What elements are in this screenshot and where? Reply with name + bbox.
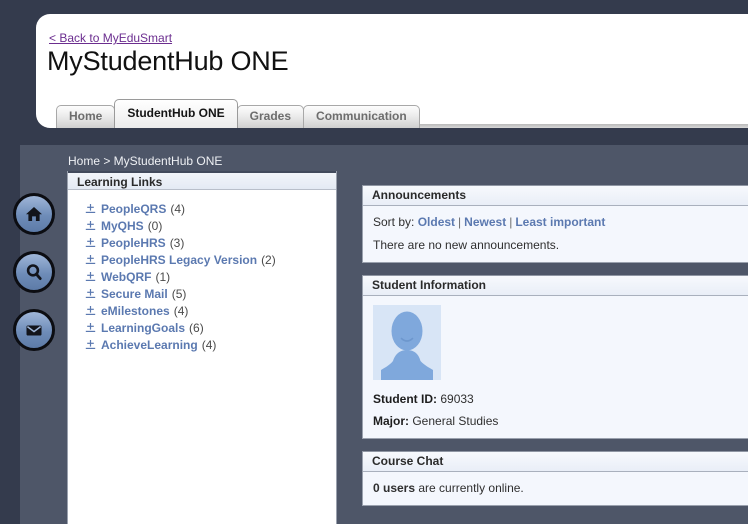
learning-link-label[interactable]: MyQHS xyxy=(101,219,144,233)
student-id-value: 69033 xyxy=(440,392,474,406)
expand-plus-icon[interactable] xyxy=(85,271,96,282)
learning-link-label[interactable]: AchieveLearning xyxy=(101,338,198,352)
search-icon-button[interactable] xyxy=(13,251,55,293)
learning-link-item: eMilestones (4) xyxy=(85,304,336,321)
student-id-label: Student ID: xyxy=(373,392,437,406)
student-information-header: Student Information xyxy=(363,276,748,296)
breadcrumb: Home > MyStudentHub ONE xyxy=(68,154,223,168)
learning-link-label[interactable]: Secure Mail xyxy=(101,287,168,301)
course-chat-panel: Course Chat 0 users are currently online… xyxy=(362,451,748,506)
learning-link-item: PeopleQRS (4) xyxy=(85,202,336,219)
announcements-body: Sort by: Oldest | Newest | Least important T… xyxy=(363,206,748,262)
course-chat-body: 0 users are currently online. xyxy=(363,472,748,505)
learning-link-label[interactable]: eMilestones xyxy=(101,304,170,318)
learning-link-count: (0) xyxy=(147,219,163,233)
course-chat-status-row: 0 users are currently online. xyxy=(373,481,748,495)
page-title: MyStudentHub ONE xyxy=(47,46,289,76)
back-to-myedusmart-link[interactable]: < Back to MyEduSmart xyxy=(49,31,172,45)
sort-least-important-link[interactable]: Least important xyxy=(515,215,605,229)
avatar xyxy=(373,305,441,380)
learning-links-list: PeopleQRS (4) MyQHS (0) PeopleHRS (3) PeopleHR… xyxy=(68,190,336,355)
rail-icon-group xyxy=(13,193,57,367)
tab-bar: Home StudentHub ONE Grades Communication xyxy=(56,94,748,128)
learning-links-header: Learning Links xyxy=(68,171,336,190)
learning-links-panel: Learning Links PeopleQRS (4) MyQHS (0) Peopl… xyxy=(67,171,337,524)
learning-link-count: (1) xyxy=(155,270,171,284)
header-card: < Back to MyEduSmart MyStudentHub ONE Ho… xyxy=(36,14,748,128)
student-id-row: Student ID: 69033 xyxy=(373,392,748,406)
course-chat-header: Course Chat xyxy=(363,452,748,472)
sort-separator-1: | xyxy=(458,215,462,229)
major-row: Major: General Studies xyxy=(373,414,748,428)
sort-newest-link[interactable]: Newest xyxy=(464,215,506,229)
mail-icon xyxy=(24,320,44,340)
announcements-empty-text: There are no new announcements. xyxy=(373,238,560,252)
tab-communication[interactable]: Communication xyxy=(303,105,420,128)
tab-studenthub-one[interactable]: StudentHub ONE xyxy=(114,99,238,128)
learning-link-item: Secure Mail (5) xyxy=(85,287,336,304)
student-information-body: Student ID: 69033 Major: General Studies xyxy=(363,296,748,438)
student-information-panel: Student Information Student ID: 69033 Ma… xyxy=(362,275,748,439)
learning-link-count: (4) xyxy=(201,338,217,352)
tab-grades[interactable]: Grades xyxy=(236,105,305,128)
expand-plus-icon[interactable] xyxy=(85,220,96,231)
learning-link-count: (4) xyxy=(173,304,189,318)
search-icon xyxy=(24,262,44,282)
sort-by-label: Sort by: xyxy=(373,215,415,229)
tab-home[interactable]: Home xyxy=(56,105,116,128)
course-chat-status-text: are currently online. xyxy=(418,481,524,495)
course-chat-user-count: 0 users xyxy=(373,481,416,495)
major-value: General Studies xyxy=(412,414,499,428)
learning-link-label[interactable]: PeopleHRS Legacy Version xyxy=(101,253,257,267)
expand-plus-icon[interactable] xyxy=(85,203,96,214)
announcements-panel: Announcements Sort by: Oldest | Newest | Lea… xyxy=(362,185,748,263)
expand-plus-icon[interactable] xyxy=(85,322,96,333)
major-label: Major: xyxy=(373,414,409,428)
learning-link-item: WebQRF (1) xyxy=(85,270,336,287)
expand-plus-icon[interactable] xyxy=(85,305,96,316)
learning-link-item: MyQHS (0) xyxy=(85,219,336,236)
learning-link-item: PeopleHRS Legacy Version (2) xyxy=(85,253,336,270)
learning-link-label[interactable]: WebQRF xyxy=(101,270,151,284)
expand-plus-icon[interactable] xyxy=(85,237,96,248)
announcements-sort-row: Sort by: Oldest | Newest | Least important xyxy=(373,215,748,229)
learning-link-count: (2) xyxy=(261,253,276,267)
panels-column: Announcements Sort by: Oldest | Newest | Lea… xyxy=(362,185,748,518)
sort-separator-2: | xyxy=(509,215,513,229)
home-icon-button[interactable] xyxy=(13,193,55,235)
expand-plus-icon[interactable] xyxy=(85,339,96,350)
content-area: Home > MyStudentHub ONE Learning Links P… xyxy=(44,145,748,524)
announcements-header: Announcements xyxy=(363,186,748,206)
learning-link-item: LearningGoals (6) xyxy=(85,321,336,338)
learning-link-count: (4) xyxy=(170,202,186,216)
learning-link-item: PeopleHRS (3) xyxy=(85,236,336,253)
learning-link-count: (3) xyxy=(169,236,185,250)
home-icon xyxy=(24,204,44,224)
learning-link-count: (6) xyxy=(189,321,204,335)
learning-link-label[interactable]: PeopleQRS xyxy=(101,202,166,216)
expand-plus-icon[interactable] xyxy=(85,254,96,265)
learning-link-label[interactable]: LearningGoals xyxy=(101,321,185,335)
mail-icon-button[interactable] xyxy=(13,309,55,351)
learning-link-item: AchieveLearning (4) xyxy=(85,338,336,355)
learning-link-label[interactable]: PeopleHRS xyxy=(101,236,166,250)
expand-plus-icon[interactable] xyxy=(85,288,96,299)
sort-oldest-link[interactable]: Oldest xyxy=(418,215,455,229)
learning-link-count: (5) xyxy=(171,287,187,301)
